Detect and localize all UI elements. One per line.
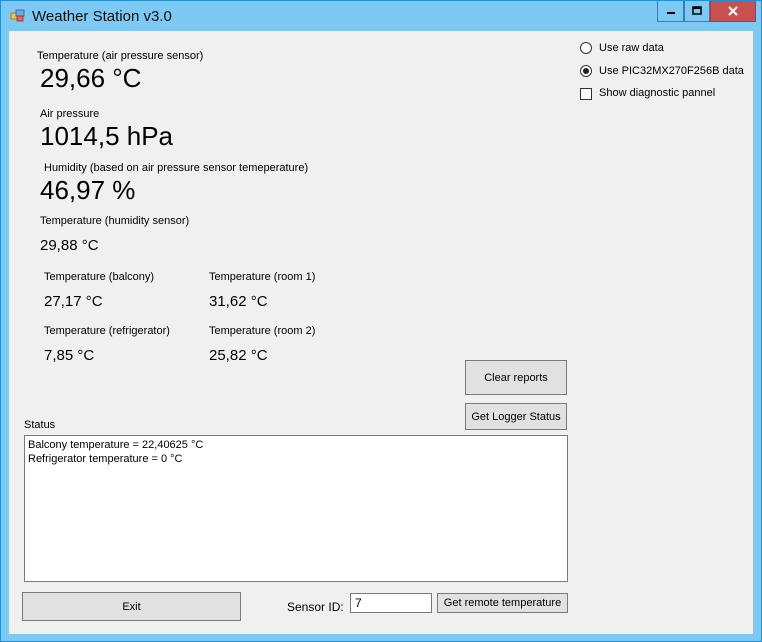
room2-value: 25,82 °C xyxy=(209,347,268,364)
raw-data-radio[interactable] xyxy=(580,42,592,54)
diagnostic-checkbox[interactable] xyxy=(580,88,592,100)
room1-label: Temperature (room 1) xyxy=(209,271,316,283)
get-remote-temperature-button[interactable]: Get remote temperature xyxy=(437,593,568,613)
room1-value: 31,62 °C xyxy=(209,293,268,310)
humidity-value: 46,97 % xyxy=(40,175,136,205)
status-line: Refrigerator temperature = 0 °C xyxy=(28,453,183,465)
humidity-label: Humidity (based on air pressure sensor t… xyxy=(44,162,309,174)
temp-air-value: 29,66 °C xyxy=(40,63,142,93)
maximize-button[interactable] xyxy=(684,1,710,22)
exit-button[interactable]: Exit xyxy=(22,592,241,621)
get-logger-status-button[interactable]: Get Logger Status xyxy=(465,403,567,430)
sensor-id-label: Sensor ID: xyxy=(287,600,344,614)
pressure-value: 1014,5 hPa xyxy=(40,121,174,151)
app-window: Weather Station v3.0 Temperature (air pr… xyxy=(0,0,762,642)
temp-hum-label: Temperature (humidity sensor) xyxy=(40,215,190,227)
window-title: Weather Station v3.0 xyxy=(32,8,172,25)
temp-air-label: Temperature (air pressure sensor) xyxy=(37,50,204,62)
pic-data-radio[interactable] xyxy=(580,65,592,77)
room2-label: Temperature (room 2) xyxy=(209,325,316,337)
sensor-id-input[interactable] xyxy=(350,593,432,613)
main-panel: Temperature (air pressure sensor) 29,66 … xyxy=(9,31,753,634)
minimize-icon xyxy=(666,12,675,14)
status-line: Balcony temperature = 22,40625 °C xyxy=(28,439,204,451)
temp-hum-value: 29,88 °C xyxy=(40,237,99,254)
diagnostic-label[interactable]: Show diagnostic pannel xyxy=(599,87,715,99)
balcony-label: Temperature (balcony) xyxy=(44,271,155,283)
close-icon xyxy=(728,6,738,16)
close-button[interactable] xyxy=(710,1,756,22)
app-icon xyxy=(10,9,25,22)
balcony-value: 27,17 °C xyxy=(44,293,103,310)
maximize-icon xyxy=(692,6,702,15)
fridge-label: Temperature (refrigerator) xyxy=(44,325,170,337)
pic-data-label[interactable]: Use PIC32MX270F256B data xyxy=(599,65,744,77)
status-label: Status xyxy=(24,419,56,431)
fridge-value: 7,85 °C xyxy=(44,347,95,364)
status-log[interactable]: Balcony temperature = 22,40625 °C Refrig… xyxy=(24,435,568,582)
raw-data-label[interactable]: Use raw data xyxy=(599,42,664,54)
title-bar[interactable]: Weather Station v3.0 xyxy=(1,1,761,31)
minimize-button[interactable] xyxy=(657,1,684,22)
clear-reports-button[interactable]: Clear reports xyxy=(465,360,567,395)
pressure-label: Air pressure xyxy=(40,108,100,120)
